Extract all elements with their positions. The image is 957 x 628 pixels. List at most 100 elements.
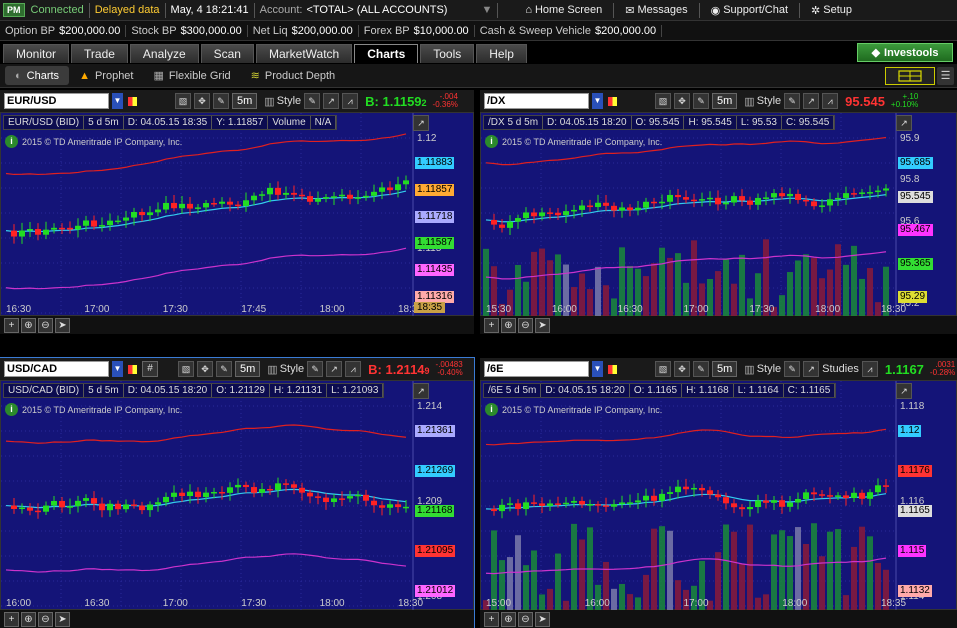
envelope-icon: ✉: [625, 4, 635, 17]
drawing-icon[interactable]: ▧: [655, 93, 671, 109]
symbol-input[interactable]: USD/CAD: [4, 361, 109, 377]
crosshair-icon[interactable]: ✥: [194, 93, 210, 109]
hash-button[interactable]: #: [142, 361, 158, 377]
messages-button[interactable]: ✉ Messages: [619, 4, 693, 17]
wrench-icon[interactable]: ✎: [693, 361, 709, 377]
info-icon[interactable]: i: [485, 403, 498, 416]
zoom-in-icon[interactable]: ⊕: [501, 611, 516, 627]
drawing-icon[interactable]: ▧: [175, 93, 191, 109]
expand-icon[interactable]: ↗: [896, 115, 912, 131]
symbol-input[interactable]: EUR/USD: [4, 93, 109, 109]
drawing-icon[interactable]: ▧: [655, 361, 671, 377]
studies-icon[interactable]: ⩘: [345, 361, 362, 377]
link-icon[interactable]: [608, 96, 617, 106]
pattern-icon[interactable]: ↗: [323, 93, 340, 109]
pencil-icon[interactable]: ✎: [784, 361, 801, 377]
subtab-charts[interactable]: ◐ Charts: [5, 66, 70, 85]
studies-icon[interactable]: ⩘: [861, 361, 878, 377]
symbol-input[interactable]: /DX: [484, 93, 589, 109]
zoom-in-icon[interactable]: +: [4, 317, 19, 333]
menu-icon[interactable]: ☰: [937, 67, 954, 85]
pointer-icon[interactable]: ➤: [55, 317, 70, 333]
zoom-out-icon[interactable]: ⊖: [518, 611, 533, 627]
pencil-icon[interactable]: ✎: [304, 93, 321, 109]
zoom-in-icon[interactable]: ⊕: [21, 317, 36, 333]
symbol-dropdown-icon[interactable]: ▼: [592, 361, 603, 377]
expand-icon[interactable]: ↗: [413, 383, 429, 399]
chart-header: /DX ▼ ▧ ✥ ✎ 5m ▥ Style ✎ ↗ ⩘ 95.545 +.10 +0.10%: [480, 90, 957, 112]
home-screen-button[interactable]: ⌂ Home Screen: [519, 4, 608, 16]
tab-monitor[interactable]: Monitor: [3, 44, 70, 63]
crosshair-icon[interactable]: ✥: [674, 361, 690, 377]
link-icon[interactable]: [128, 364, 137, 374]
pattern-icon[interactable]: ↗: [803, 361, 820, 377]
ohlc-field: Y: 1.11857: [212, 116, 269, 129]
tab-charts[interactable]: Charts: [354, 44, 419, 63]
pencil-icon[interactable]: ✎: [784, 93, 801, 109]
tab-analyze[interactable]: Analyze: [129, 44, 199, 63]
wrench-icon[interactable]: ✎: [693, 93, 709, 109]
drawing-icon[interactable]: ▧: [178, 361, 194, 377]
zoom-in-icon[interactable]: +: [484, 611, 499, 627]
tab-scan[interactable]: Scan: [200, 44, 254, 63]
symbol-dropdown-icon[interactable]: ▼: [592, 93, 603, 109]
zoom-out-icon[interactable]: ⊖: [518, 317, 533, 333]
pencil-icon[interactable]: ✎: [307, 361, 324, 377]
info-icon[interactable]: i: [5, 135, 18, 148]
zoom-in-icon[interactable]: +: [484, 317, 499, 333]
subtab-product-depth[interactable]: ≋ Product Depth: [241, 69, 346, 83]
studies-icon[interactable]: ⩘: [342, 93, 359, 109]
account-selector[interactable]: <TOTAL> (ALL ACCOUNTS): [306, 4, 481, 16]
timeframe-button[interactable]: 5m: [712, 361, 738, 377]
timeframe-button[interactable]: 5m: [712, 93, 738, 109]
symbol-input[interactable]: /6E: [484, 361, 589, 377]
support-chat-button[interactable]: ◉ Support/Chat: [705, 4, 794, 17]
link-icon[interactable]: [128, 96, 137, 106]
expand-icon[interactable]: ↗: [896, 383, 912, 399]
style-button[interactable]: ▥ Style: [744, 95, 781, 108]
pattern-icon[interactable]: ↗: [326, 361, 343, 377]
timeframe-button[interactable]: 5m: [235, 361, 261, 377]
investools-button[interactable]: ◆ Investools: [857, 43, 953, 62]
setup-button[interactable]: ✲ Setup: [805, 4, 858, 17]
pointer-icon[interactable]: ➤: [535, 611, 550, 627]
wrench-icon[interactable]: ✎: [213, 93, 229, 109]
timeframe-button[interactable]: 5m: [232, 93, 258, 109]
chart-area[interactable]: USD/CAD (BID) 5 d 5m D: 04.05.15 18:20 O: 1…: [0, 380, 474, 611]
pointer-icon[interactable]: ➤: [535, 317, 550, 333]
style-button[interactable]: ▥ Style: [744, 363, 781, 376]
zoom-out-icon[interactable]: ⊖: [38, 317, 53, 333]
tab-trade[interactable]: Trade: [71, 44, 128, 63]
symbol-dropdown-icon[interactable]: ▼: [112, 93, 123, 109]
tab-marketwatch[interactable]: MarketWatch: [255, 44, 353, 63]
info-icon[interactable]: i: [485, 135, 498, 148]
style-button[interactable]: ▥ Style: [264, 95, 301, 108]
studies-icon[interactable]: ⩘: [822, 93, 839, 109]
expand-icon[interactable]: ↗: [413, 115, 429, 131]
volume-bar: [611, 298, 617, 317]
info-icon[interactable]: i: [5, 403, 18, 416]
chart-area[interactable]: EUR/USD (BID) 5 d 5m D: 04.05.15 18:35 Y: 1…: [0, 112, 474, 317]
zoom-out-icon[interactable]: ⊖: [38, 611, 53, 627]
subtab-prophet[interactable]: ▲ Prophet: [69, 70, 143, 82]
tab-tools[interactable]: Tools: [420, 44, 475, 63]
chart-area[interactable]: /DX 5 d 5m D: 04.05.15 18:20 O: 95.545 H: 9…: [480, 112, 957, 317]
pattern-icon[interactable]: ↗: [803, 93, 820, 109]
grid-layout-button[interactable]: [885, 67, 935, 85]
crosshair-icon[interactable]: ✥: [674, 93, 690, 109]
subtab-flexible-grid[interactable]: ▦ Flexible Grid: [143, 69, 240, 83]
studies-label[interactable]: Studies: [822, 363, 859, 375]
candle: [19, 230, 25, 237]
zoom-in-icon[interactable]: ⊕: [501, 317, 516, 333]
crosshair-icon[interactable]: ✥: [197, 361, 213, 377]
style-button[interactable]: ▥ Style: [267, 363, 304, 376]
tab-help[interactable]: Help: [476, 44, 527, 63]
symbol-dropdown-icon[interactable]: ▼: [112, 361, 123, 377]
zoom-in-icon[interactable]: ⊕: [21, 611, 36, 627]
wrench-icon[interactable]: ✎: [216, 361, 232, 377]
link-icon[interactable]: [608, 364, 617, 374]
zoom-in-icon[interactable]: +: [4, 611, 19, 627]
price-tag: 95.545: [898, 190, 933, 203]
chart-area[interactable]: /6E 5 d 5m D: 04.05.15 18:20 O: 1.1165 H: 1…: [480, 380, 957, 611]
pointer-icon[interactable]: ➤: [55, 611, 70, 627]
